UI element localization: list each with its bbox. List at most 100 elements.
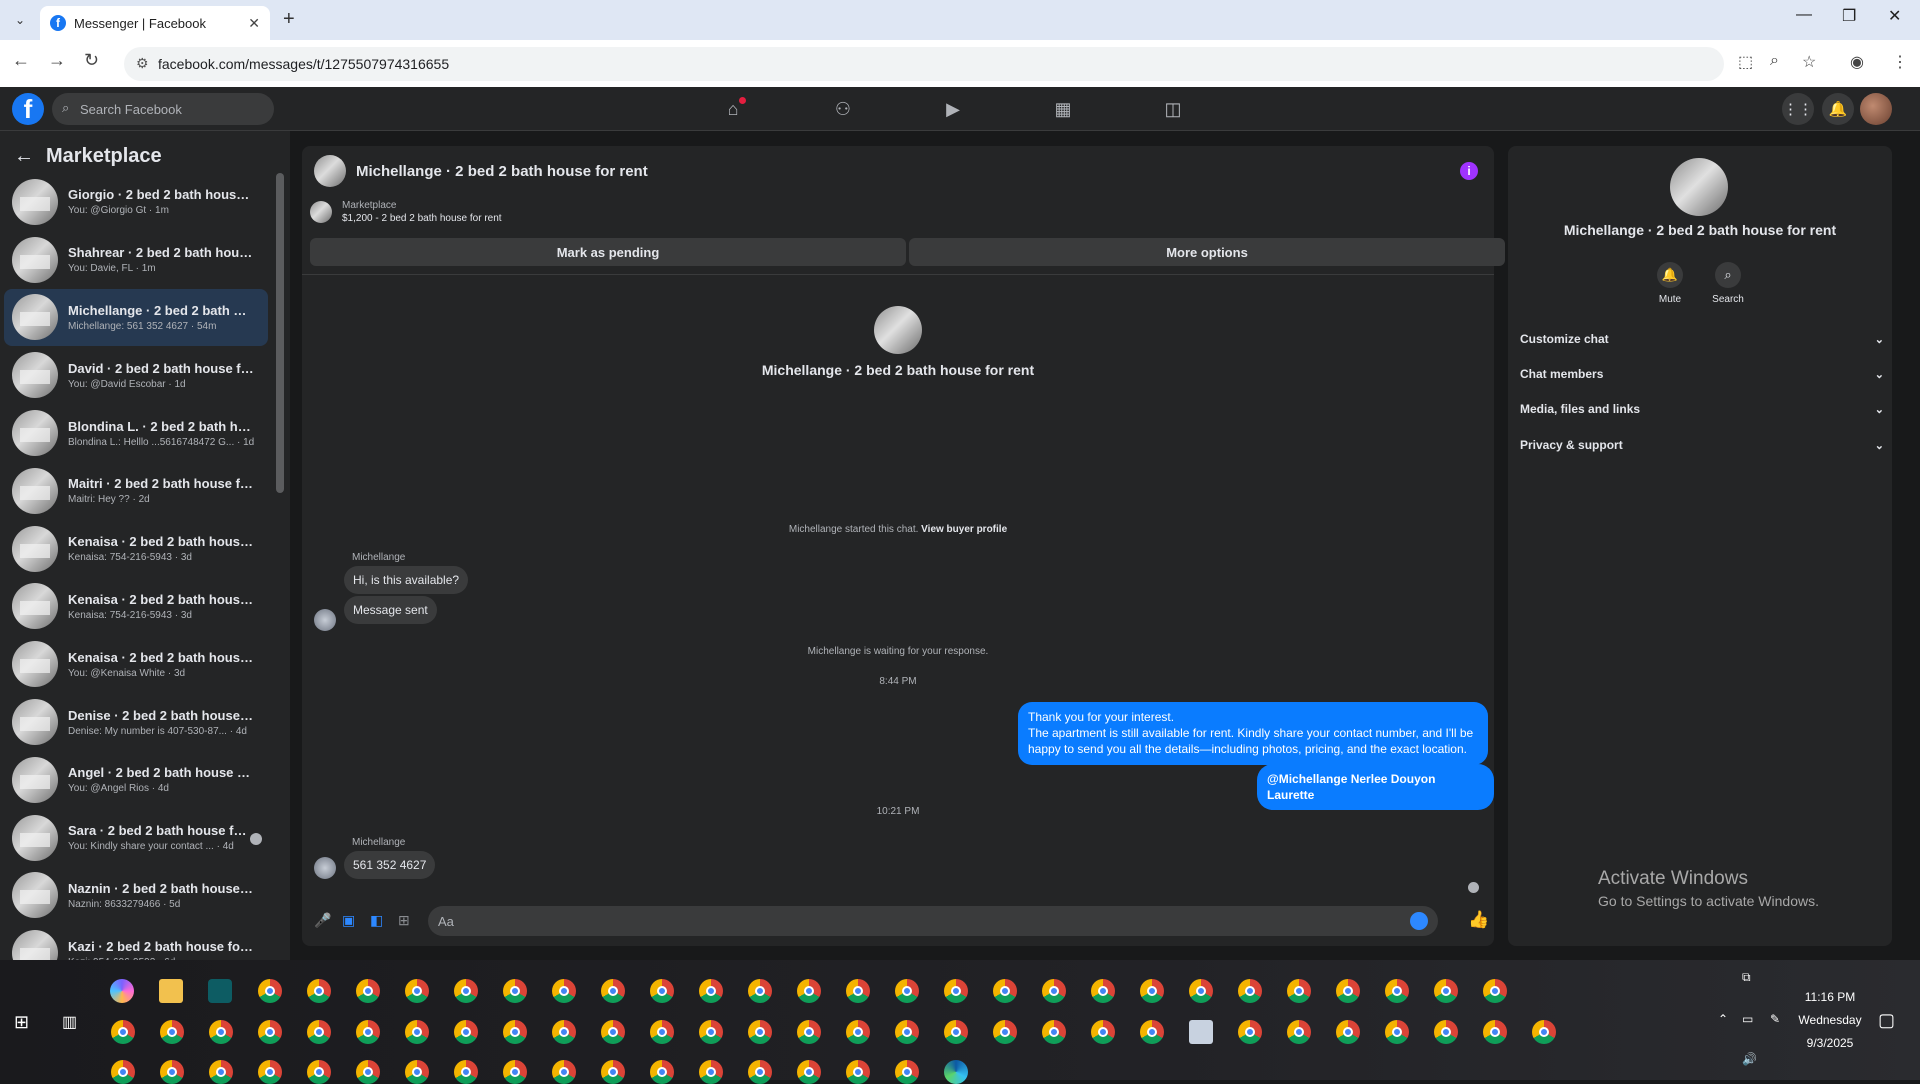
chrome-window-icon[interactable] xyxy=(699,1020,723,1044)
chrome-window-icon[interactable] xyxy=(503,1020,527,1044)
conversation-item[interactable]: Kenaisa · 2 bed 2 bath house fo... Kenais… xyxy=(4,578,268,636)
conversation-item[interactable]: Naznin · 2 bed 2 bath house for... Naznin… xyxy=(4,867,268,925)
chrome-window-icon[interactable] xyxy=(454,1060,478,1084)
chrome-window-icon[interactable] xyxy=(405,1020,429,1044)
chrome-window-icon[interactable] xyxy=(307,1020,331,1044)
notification-center-icon[interactable]: ▢ xyxy=(1878,1010,1895,1031)
file-explorer-icon[interactable] xyxy=(159,979,183,1003)
chrome-window-icon[interactable] xyxy=(454,1020,478,1044)
close-window-icon[interactable]: ✕ xyxy=(1888,6,1901,26)
chrome-window-icon[interactable] xyxy=(650,1060,674,1084)
customize-chat-section[interactable]: Customize chat ⌄ xyxy=(1520,326,1884,352)
photo-icon[interactable]: ▣ xyxy=(342,912,355,929)
chrome-window-icon[interactable] xyxy=(1483,979,1507,1003)
chrome-window-icon[interactable] xyxy=(1287,1020,1311,1044)
chrome-window-icon[interactable] xyxy=(650,979,674,1003)
chrome-window-icon[interactable] xyxy=(1385,979,1409,1003)
chrome-window-icon[interactable] xyxy=(1532,1020,1556,1044)
chrome-window-icon[interactable] xyxy=(1434,979,1458,1003)
bookmark-star-icon[interactable]: ☆ xyxy=(1802,52,1816,72)
forward-icon[interactable]: → xyxy=(48,50,66,71)
outgoing-mention-message[interactable]: @Michellange Nerlee Douyon Laurette xyxy=(1257,764,1494,811)
sender-avatar[interactable] xyxy=(314,609,336,631)
chat-title[interactable]: Michellange · 2 bed 2 bath house for ren… xyxy=(356,163,648,180)
chrome-window-icon[interactable] xyxy=(748,979,772,1003)
chrome-window-icon[interactable] xyxy=(111,1020,135,1044)
chrome-window-icon[interactable] xyxy=(1336,979,1360,1003)
clock[interactable]: 11:16 PM Wednesday 9/3/2025 xyxy=(1798,990,1862,1050)
chrome-window-icon[interactable] xyxy=(1336,1020,1360,1044)
chrome-window-icon[interactable] xyxy=(209,1060,233,1084)
copilot-icon[interactable] xyxy=(110,979,134,1003)
volume-icon[interactable]: 🔊 xyxy=(1742,1052,1757,1066)
conversation-item[interactable]: Angel · 2 bed 2 bath house for r... You: … xyxy=(4,751,268,809)
conversation-item[interactable]: Sara · 2 bed 2 bath house for ... You: Ki… xyxy=(4,809,268,867)
chrome-window-icon[interactable] xyxy=(748,1020,772,1044)
browser-tab[interactable]: f Messenger | Facebook ✕ xyxy=(40,6,270,40)
back-arrow-icon[interactable]: ← xyxy=(14,145,34,168)
chrome-window-icon[interactable] xyxy=(993,1020,1017,1044)
gaming-icon[interactable]: ◫ xyxy=(1158,95,1188,123)
chrome-window-icon[interactable] xyxy=(258,1060,282,1084)
chrome-window-icon[interactable] xyxy=(944,1020,968,1044)
meet-now-icon[interactable]: ⧉ xyxy=(1742,970,1751,985)
sticker-icon[interactable]: ◧ xyxy=(370,912,383,929)
pen-icon[interactable]: ✎ xyxy=(1770,1012,1780,1026)
conversation-item[interactable]: Giorgio · 2 bed 2 bath house fo... You: @… xyxy=(4,173,268,231)
incoming-message[interactable]: Message sent xyxy=(344,596,437,624)
notifications-bell-icon[interactable]: 🔔 xyxy=(1822,93,1854,125)
facebook-logo-icon[interactable]: f xyxy=(12,93,44,125)
chat-avatar[interactable] xyxy=(314,155,346,187)
chrome-window-icon[interactable] xyxy=(1042,1020,1066,1044)
chrome-window-icon[interactable] xyxy=(405,979,429,1003)
chrome-window-icon[interactable] xyxy=(797,979,821,1003)
address-bar[interactable]: ⚙ facebook.com/messages/t/12755079743166… xyxy=(124,47,1724,81)
conversation-item[interactable]: Blondina L. · 2 bed 2 bath hous... Blondi… xyxy=(4,404,268,462)
conversation-item[interactable]: Shahrear · 2 bed 2 bath house f... You: D… xyxy=(4,231,268,289)
chat-members-section[interactable]: Chat members ⌄ xyxy=(1520,361,1884,387)
chrome-window-icon[interactable] xyxy=(258,979,282,1003)
chrome-window-icon[interactable] xyxy=(895,979,919,1003)
message-input[interactable]: Aa xyxy=(428,906,1438,936)
chrome-window-icon[interactable] xyxy=(1385,1020,1409,1044)
more-options-button[interactable]: More options xyxy=(909,238,1505,266)
chrome-window-icon[interactable] xyxy=(895,1020,919,1044)
chrome-window-icon[interactable] xyxy=(1091,1020,1115,1044)
account-avatar[interactable] xyxy=(1860,93,1892,125)
chrome-window-icon[interactable] xyxy=(1483,1020,1507,1044)
app-window-icon[interactable] xyxy=(1189,1020,1213,1044)
chrome-window-icon[interactable] xyxy=(1434,1020,1458,1044)
chrome-window-icon[interactable] xyxy=(699,979,723,1003)
outgoing-message[interactable]: Thank you for your interest. The apartme… xyxy=(1018,702,1488,765)
chrome-window-icon[interactable] xyxy=(356,1020,380,1044)
close-tab-icon[interactable]: ✕ xyxy=(248,15,260,32)
home-icon[interactable]: ⌂ xyxy=(718,95,748,123)
chrome-window-icon[interactable] xyxy=(1287,979,1311,1003)
chrome-window-icon[interactable] xyxy=(699,1060,723,1084)
chrome-window-icon[interactable] xyxy=(160,1020,184,1044)
conversation-item[interactable]: David · 2 bed 2 bath house for r... You: … xyxy=(4,346,268,404)
back-icon[interactable]: ← xyxy=(12,50,30,71)
chrome-window-icon[interactable] xyxy=(1091,979,1115,1003)
show-hidden-icons-icon[interactable]: ⌃ xyxy=(1718,1012,1728,1026)
zoom-icon[interactable]: ⌕ xyxy=(1770,52,1779,70)
chrome-window-icon[interactable] xyxy=(601,1060,625,1084)
video-icon[interactable]: ▶ xyxy=(938,95,968,123)
chrome-window-icon[interactable] xyxy=(797,1060,821,1084)
chrome-window-icon[interactable] xyxy=(944,979,968,1003)
friends-icon[interactable]: ⚇ xyxy=(828,95,858,123)
chrome-window-icon[interactable] xyxy=(601,979,625,1003)
chrome-window-icon[interactable] xyxy=(307,1060,331,1084)
chrome-window-icon[interactable] xyxy=(846,1020,870,1044)
emoji-icon[interactable] xyxy=(1410,912,1428,930)
chrome-window-icon[interactable] xyxy=(160,1060,184,1084)
chrome-window-icon[interactable] xyxy=(552,1060,576,1084)
chrome-window-icon[interactable] xyxy=(258,1020,282,1044)
view-buyer-profile-link[interactable]: View buyer profile xyxy=(921,524,1007,535)
chrome-window-icon[interactable] xyxy=(1238,1020,1262,1044)
site-info-icon[interactable]: ⚙ xyxy=(136,55,149,72)
incoming-message[interactable]: Hi, is this available? xyxy=(344,566,469,594)
chrome-window-icon[interactable] xyxy=(209,1020,233,1044)
mute-button[interactable]: 🔔 Mute xyxy=(1640,262,1700,305)
conversation-item[interactable]: Denise · 2 bed 2 bath house for ... Denis… xyxy=(4,693,268,751)
